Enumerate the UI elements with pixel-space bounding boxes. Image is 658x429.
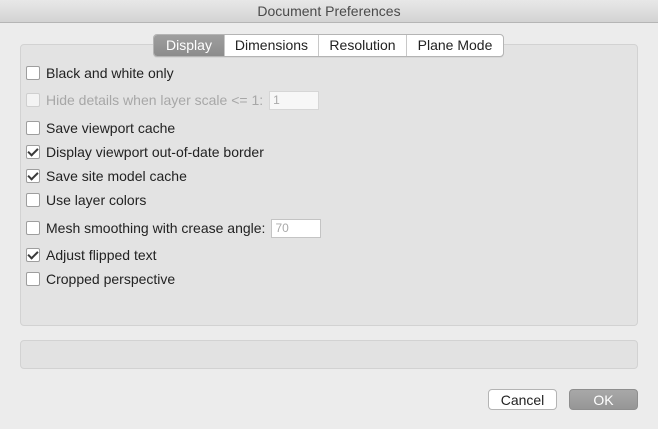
checkbox-use-layer-colors[interactable] — [26, 193, 40, 207]
checkbox-cropped-perspective[interactable] — [26, 272, 40, 286]
option-label: Use layer colors — [46, 192, 147, 208]
option-hide-details: Hide details when layer scale <= 1: 1 — [26, 90, 320, 110]
option-label: Black and white only — [46, 65, 174, 81]
checkbox-black-and-white[interactable] — [26, 66, 40, 80]
option-label: Adjust flipped text — [46, 247, 157, 263]
tab-dimensions[interactable]: Dimensions — [224, 35, 318, 56]
cancel-button[interactable]: Cancel — [488, 389, 557, 410]
option-label: Cropped perspective — [46, 271, 176, 287]
option-adjust-flipped-text[interactable]: Adjust flipped text — [26, 246, 157, 264]
option-save-viewport-cache[interactable]: Save viewport cache — [26, 119, 175, 137]
option-cropped-perspective[interactable]: Cropped perspective — [26, 270, 175, 288]
document-preferences-window: Document Preferences Display Dimensions … — [0, 0, 658, 429]
option-use-layer-colors[interactable]: Use layer colors — [26, 191, 146, 209]
tab-display[interactable]: Display — [154, 35, 224, 56]
option-mesh-smoothing[interactable]: Mesh smoothing with crease angle: 70 — [26, 218, 322, 238]
tab-resolution[interactable]: Resolution — [318, 35, 406, 56]
crease-angle-field[interactable]: 70 — [271, 218, 322, 238]
checkbox-display-out-of-date-border[interactable] — [26, 145, 40, 159]
checkbox-mesh-smoothing[interactable] — [26, 221, 40, 235]
option-black-and-white[interactable]: Black and white only — [26, 64, 174, 82]
window-title: Document Preferences — [0, 0, 658, 23]
option-label: Hide details when layer scale <= 1: — [46, 92, 264, 108]
option-label: Mesh smoothing with crease angle: — [46, 220, 266, 236]
option-label: Display viewport out-of-date border — [46, 144, 264, 160]
option-label: Save site model cache — [46, 168, 187, 184]
ok-button[interactable]: OK — [569, 389, 638, 410]
checkbox-save-site-model-cache[interactable] — [26, 169, 40, 183]
checkbox-save-viewport-cache[interactable] — [26, 121, 40, 135]
description-area — [20, 340, 638, 369]
option-display-out-of-date-border[interactable]: Display viewport out-of-date border — [26, 143, 264, 161]
layer-scale-field: 1 — [269, 90, 320, 110]
option-label: Save viewport cache — [46, 120, 176, 136]
checkbox-hide-details — [26, 93, 40, 107]
option-save-site-model-cache[interactable]: Save site model cache — [26, 167, 187, 185]
tab-bar: Display Dimensions Resolution Plane Mode — [153, 34, 504, 57]
tab-plane-mode[interactable]: Plane Mode — [406, 35, 503, 56]
checkbox-adjust-flipped-text[interactable] — [26, 248, 40, 262]
